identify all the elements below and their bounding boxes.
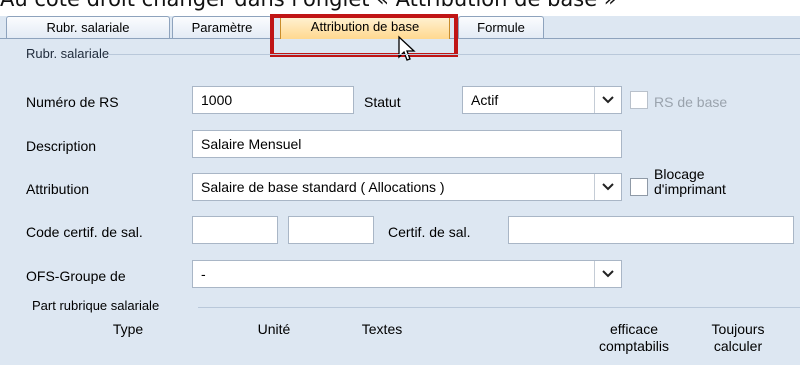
group-divider [108, 54, 800, 55]
blocage-label: Blocage d'imprimant [654, 167, 726, 197]
ofs-label: OFS-Groupe de [26, 268, 126, 284]
numero-label: Numéro de RS [26, 94, 119, 110]
col-type: Type [112, 321, 144, 337]
part-rubrique-divider [198, 307, 800, 308]
rubr-salariale-group: Rubr. salariale Numéro de RS 1000 Statut… [6, 42, 800, 302]
attribution-label: Attribution [26, 181, 90, 197]
chevron-down-icon [602, 96, 614, 104]
code-certif-label: Code certif. de sal. [26, 224, 143, 240]
blocage-checkbox[interactable] [630, 178, 648, 196]
rs-de-base-label: RS de base [654, 94, 728, 110]
attribution-value: Salaire de base standard ( Allocations ) [201, 179, 445, 195]
ofs-value: - [201, 266, 206, 282]
instruction-caption: Au côté droit changer dans l'onglet « At… [0, 0, 617, 11]
code-certif-field-2[interactable] [288, 216, 374, 244]
group-title: Rubr. salariale [26, 46, 110, 61]
code-certif-field-1[interactable] [192, 216, 278, 244]
attribution-select[interactable]: Salaire de base standard ( Allocations ) [192, 173, 622, 201]
wage-item-window: Rubr. salariale Paramètre Attribution de… [0, 14, 800, 365]
attribution-dropdown-button[interactable] [594, 174, 621, 200]
chevron-down-icon [602, 183, 614, 191]
part-rubrique-title: Part rubrique salariale [32, 298, 160, 313]
numero-field[interactable]: 1000 [192, 86, 354, 114]
ofs-dropdown-button[interactable] [594, 261, 621, 287]
col-unite: Unité [257, 321, 291, 337]
chevron-down-icon [602, 270, 614, 278]
tab-formule[interactable]: Formule [458, 16, 544, 38]
statut-dropdown-button[interactable] [594, 87, 621, 113]
statut-select[interactable]: Actif [462, 86, 622, 114]
col-textes: Textes [361, 321, 403, 337]
description-field[interactable]: Salaire Mensuel [192, 130, 622, 158]
col-toujours: Toujours calculer [711, 321, 765, 354]
statut-value: Actif [471, 92, 499, 108]
certif-label: Certif. de sal. [388, 224, 471, 240]
description-label: Description [26, 138, 97, 154]
rs-de-base-checkbox[interactable] [630, 91, 648, 109]
tab-rubr-salariale[interactable]: Rubr. salariale [6, 16, 170, 38]
ofs-select[interactable]: - [192, 260, 622, 288]
tab-parametre[interactable]: Paramètre [172, 16, 272, 38]
col-efficace: efficace comptabilis [598, 321, 670, 354]
certif-field[interactable] [508, 216, 794, 244]
statut-label: Statut [364, 94, 401, 110]
